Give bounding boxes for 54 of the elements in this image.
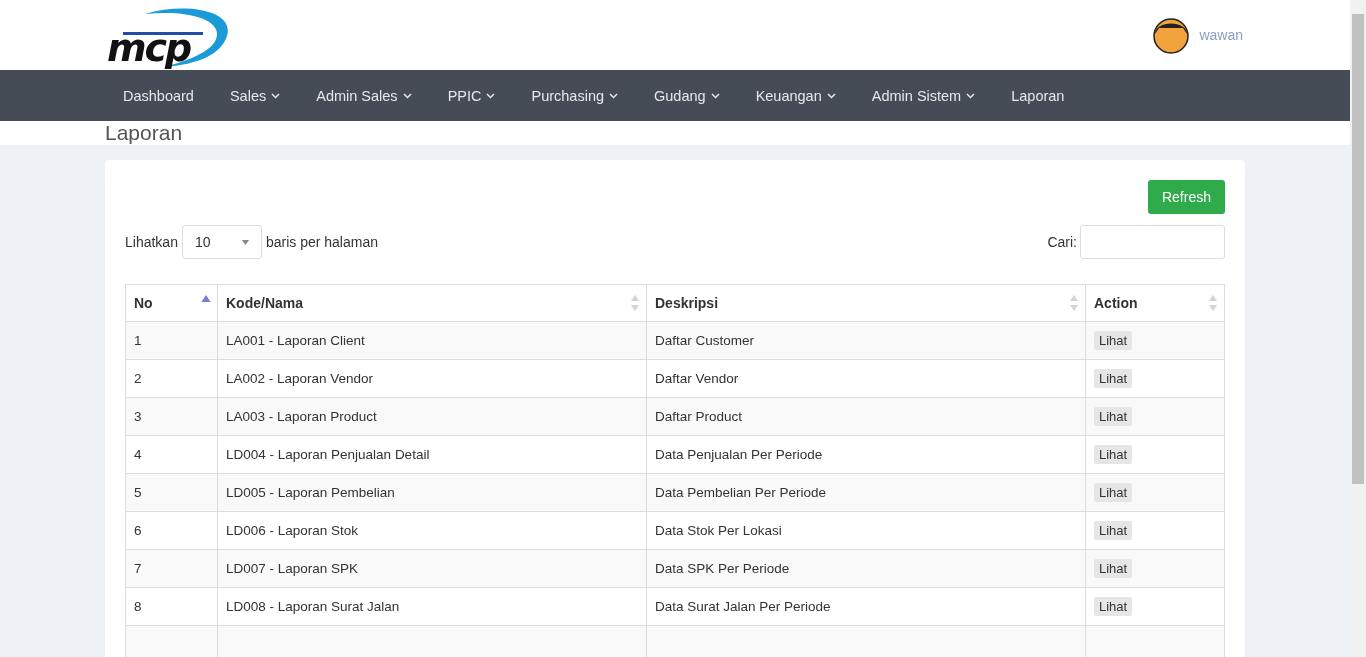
table-cell: 8 [125,587,218,626]
column-header[interactable]: Kode/Nama [217,284,647,322]
table-cell: LD004 - Laporan Penjualan Detail [217,435,647,474]
view-button[interactable]: Lihat [1094,445,1133,464]
search-label: Cari: [1047,234,1077,250]
length-label: Lihatkan [125,234,178,250]
dropdown-arrow-icon [241,239,249,245]
table-cell: 2 [125,359,218,398]
table-cell: LA002 - Laporan Vendor [217,359,647,398]
table-cell: 7 [125,549,218,588]
table-cell: Data SPK Per Periode [646,549,1086,588]
nav-item[interactable]: PPIC [429,70,514,121]
nav-item[interactable]: Purchasing [513,70,636,121]
table-cell: LD005 - Laporan Pembelian [217,473,647,512]
table-cell: Data Pembelian Per Periode [646,473,1086,512]
view-button[interactable]: Lihat [1094,597,1133,616]
table-cell: Data Surat Jalan Per Periode [646,587,1086,626]
table-cell: Daftar Customer [646,321,1086,360]
table-cell: 1 [125,321,218,360]
table-cell: 6 [125,511,218,550]
scrollbar-thumb[interactable] [1352,14,1364,484]
nav-item[interactable]: Admin Sales [298,70,430,121]
nav-item[interactable]: Dashboard [105,70,212,121]
search-field[interactable] [1080,225,1225,259]
table-cell: LA003 - Laporan Product [217,397,647,436]
table-cell: Data Penjualan Per Periode [646,435,1086,474]
view-button[interactable]: Lihat [1094,407,1133,426]
table-cell: LD007 - Laporan SPK [217,549,647,588]
table-cell: Daftar Vendor [646,359,1086,398]
length-label: baris per halaman [265,234,378,250]
table-cell: 4 [125,435,218,474]
table-cell: 3 [125,397,218,436]
view-button[interactable]: Lihat [1094,369,1133,388]
table-cell: Data Stok Per Lokasi [646,511,1086,550]
nav-item[interactable]: Admin Sistem [853,70,994,121]
nav-item[interactable]: Keuangan [737,70,854,121]
column-header[interactable]: No [125,284,218,322]
table-cell: 5 [125,473,218,512]
avatar-icon [1153,16,1190,54]
nav-item[interactable]: Sales [211,70,299,121]
nav-item[interactable]: Gudang [636,70,738,121]
table-cell: LD008 - Laporan Surat Jalan [217,587,647,626]
column-header[interactable]: Deskripsi [646,284,1086,322]
view-button[interactable]: Lihat [1094,331,1133,350]
column-header[interactable]: Action [1085,284,1225,322]
nav-item[interactable]: Laporan [993,70,1083,121]
view-button[interactable]: Lihat [1094,559,1133,578]
view-button[interactable]: Lihat [1094,483,1133,502]
table-cell: Daftar Product [646,397,1086,436]
view-button[interactable]: Lihat [1094,521,1133,540]
table-cell: LD006 - Laporan Stok [217,511,647,550]
table-cell: LA001 - Laporan Client [217,321,647,360]
page-size-select[interactable]: 10 [181,225,262,259]
page-title: Laporan [105,121,183,145]
